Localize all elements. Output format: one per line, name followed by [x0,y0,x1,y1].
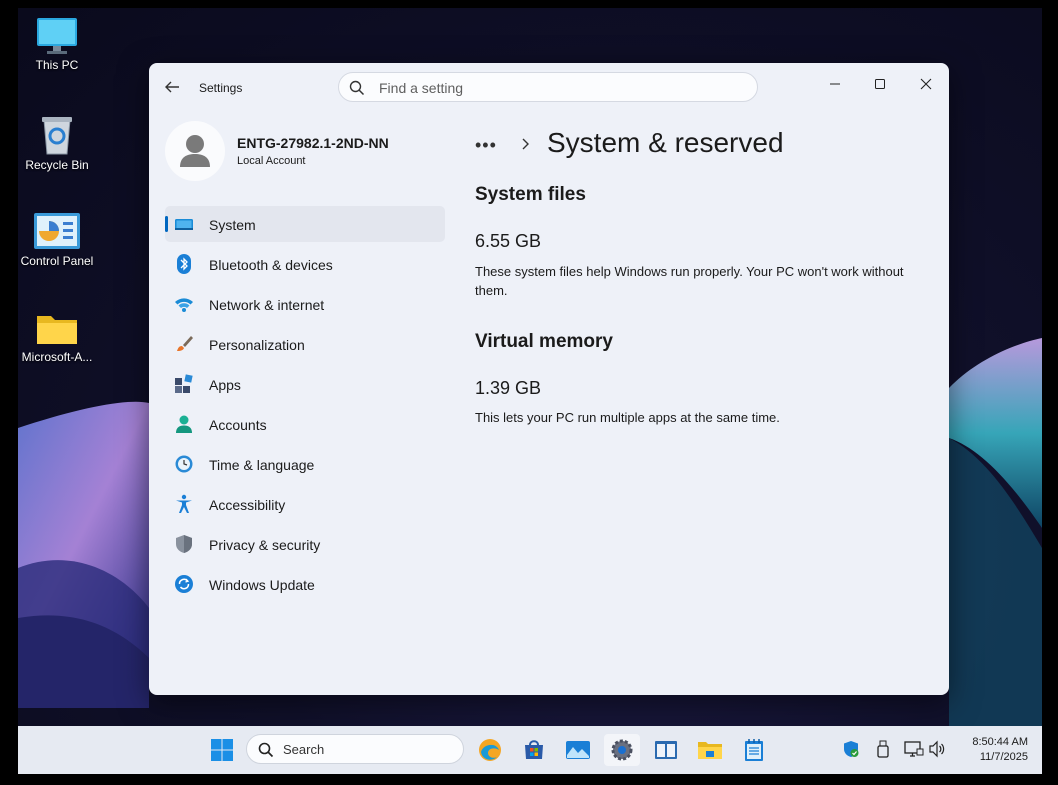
nav-item-system[interactable]: System [165,206,445,242]
nav-item-time-language[interactable]: Time & language [165,446,445,482]
nav-label: Apps [209,377,241,393]
taskbar-search[interactable]: Search [246,734,464,764]
profile-account-type: Local Account [237,155,306,167]
folder-icon [37,316,77,344]
nav-item-windows-update[interactable]: Windows Update [165,566,445,602]
nav-item-bluetooth[interactable]: Bluetooth & devices [165,246,445,282]
nav-item-personalization[interactable]: Personalization [165,326,445,362]
nav-label: Time & language [209,457,315,473]
windows-logo-icon [211,739,233,761]
section-title: System files [475,184,586,205]
this-pc-icon [37,18,77,54]
nav-item-network[interactable]: Network & internet [165,286,445,322]
search-input[interactable] [377,79,741,97]
search-icon [349,80,365,96]
nav-label: Accounts [209,417,267,433]
nav-item-apps[interactable]: Apps [165,366,445,402]
search-icon [258,742,274,758]
notepad-icon [745,739,763,761]
settings-window: Settings Find a setting ENTG-27982.1-2ND… [149,63,949,695]
system-icon [175,219,193,230]
store-icon [525,740,543,759]
accounts-icon [176,415,192,433]
settings-nav: System Bluetooth & devices Network & int… [165,206,445,606]
desktop-icon-control-panel[interactable]: Control Panel [18,212,97,268]
folder-icon [698,742,722,759]
profile-name: ENTG-27982.1-2ND-NN [237,135,389,151]
desktop-icon-label: This PC [35,58,79,72]
taskbar-file-explorer[interactable] [692,734,728,766]
nav-item-privacy-security[interactable]: Privacy & security [165,526,445,562]
desktop: This PC Recycle Bin Control Panel Micros… [18,8,1042,774]
section-size: 6.55 GB [475,231,542,251]
shield-icon [176,535,192,553]
chevron-right-icon [522,138,529,150]
close-icon [920,78,932,90]
minimize-button[interactable] [815,69,855,99]
control-panel-icon [34,213,80,249]
taskbar-search-label: Search [283,742,325,757]
taskbar: Search 8:50:44 AM 11/7/2025 [18,726,1042,774]
desktop-icon-this-pc[interactable]: This PC [18,16,97,72]
network-monitor-icon[interactable] [904,740,924,758]
update-icon [175,575,193,593]
section-description: This lets your PC run multiple apps at t… [475,410,780,425]
user-profile[interactable]: ENTG-27982.1-2ND-NN Local Account [165,121,455,181]
settings-search-box[interactable] [338,72,758,102]
accessibility-icon [176,494,192,513]
usb-device-icon[interactable] [876,740,890,758]
nav-label: System [209,217,256,233]
bluetooth-icon [177,254,191,274]
security-shield-icon[interactable] [842,740,860,758]
apps-icon [175,374,193,393]
taskbar-edge[interactable] [472,734,508,766]
close-button[interactable] [906,69,946,99]
nav-label: Bluetooth & devices [209,257,333,273]
desktop-icon-recycle-bin[interactable]: Recycle Bin [18,112,97,172]
nav-label: Personalization [209,337,305,353]
user-avatar-icon [180,135,210,167]
breadcrumb-more-button[interactable]: ••• [475,135,497,156]
gear-icon [611,739,633,761]
volume-icon[interactable] [928,740,946,758]
taskbar-app[interactable] [648,734,684,766]
taskbar-settings[interactable] [604,734,640,766]
nav-label: Privacy & security [209,537,321,553]
taskbar-clock[interactable]: 8:50:44 AM 11/7/2025 [948,735,1028,765]
app-title: Settings [199,81,243,95]
desktop-icon-label: Control Panel [20,254,94,268]
taskbar-notepad[interactable] [736,734,772,766]
clock-time: 8:50:44 AM [972,736,1028,748]
start-button[interactable] [204,734,240,766]
nav-item-accounts[interactable]: Accounts [165,406,445,442]
avatar [165,121,225,181]
minimize-icon [830,83,840,85]
edge-browser-icon [479,739,501,761]
clock-date: 11/7/2025 [979,751,1028,763]
maximize-icon [875,79,885,89]
back-button[interactable] [163,79,183,97]
taskbar-store[interactable] [516,734,552,766]
section-title: Virtual memory [475,331,613,352]
brush-icon [177,336,193,351]
title-bar: Settings [149,63,949,111]
nav-label: Windows Update [209,577,315,593]
taskbar-photos[interactable] [560,734,596,766]
section-description: These system files help Windows run prop… [475,264,904,298]
nav-label: Accessibility [209,497,286,513]
maximize-button[interactable] [860,69,900,99]
recycle-bin-icon [42,117,72,155]
clock-globe-icon [175,455,193,473]
wifi-icon [175,298,193,312]
window-app-icon [655,741,677,759]
section-size: 1.39 GB [475,378,542,398]
page-title: System & reserved [547,127,784,158]
desktop-icon-label: Recycle Bin [25,158,89,172]
desktop-icon-folder[interactable]: Microsoft-A... [18,310,97,364]
back-arrow-icon [165,81,179,93]
nav-label: Network & internet [209,297,325,313]
nav-item-accessibility[interactable]: Accessibility [165,486,445,522]
desktop-icon-label: Microsoft-A... [21,350,93,364]
photos-icon [566,741,590,759]
